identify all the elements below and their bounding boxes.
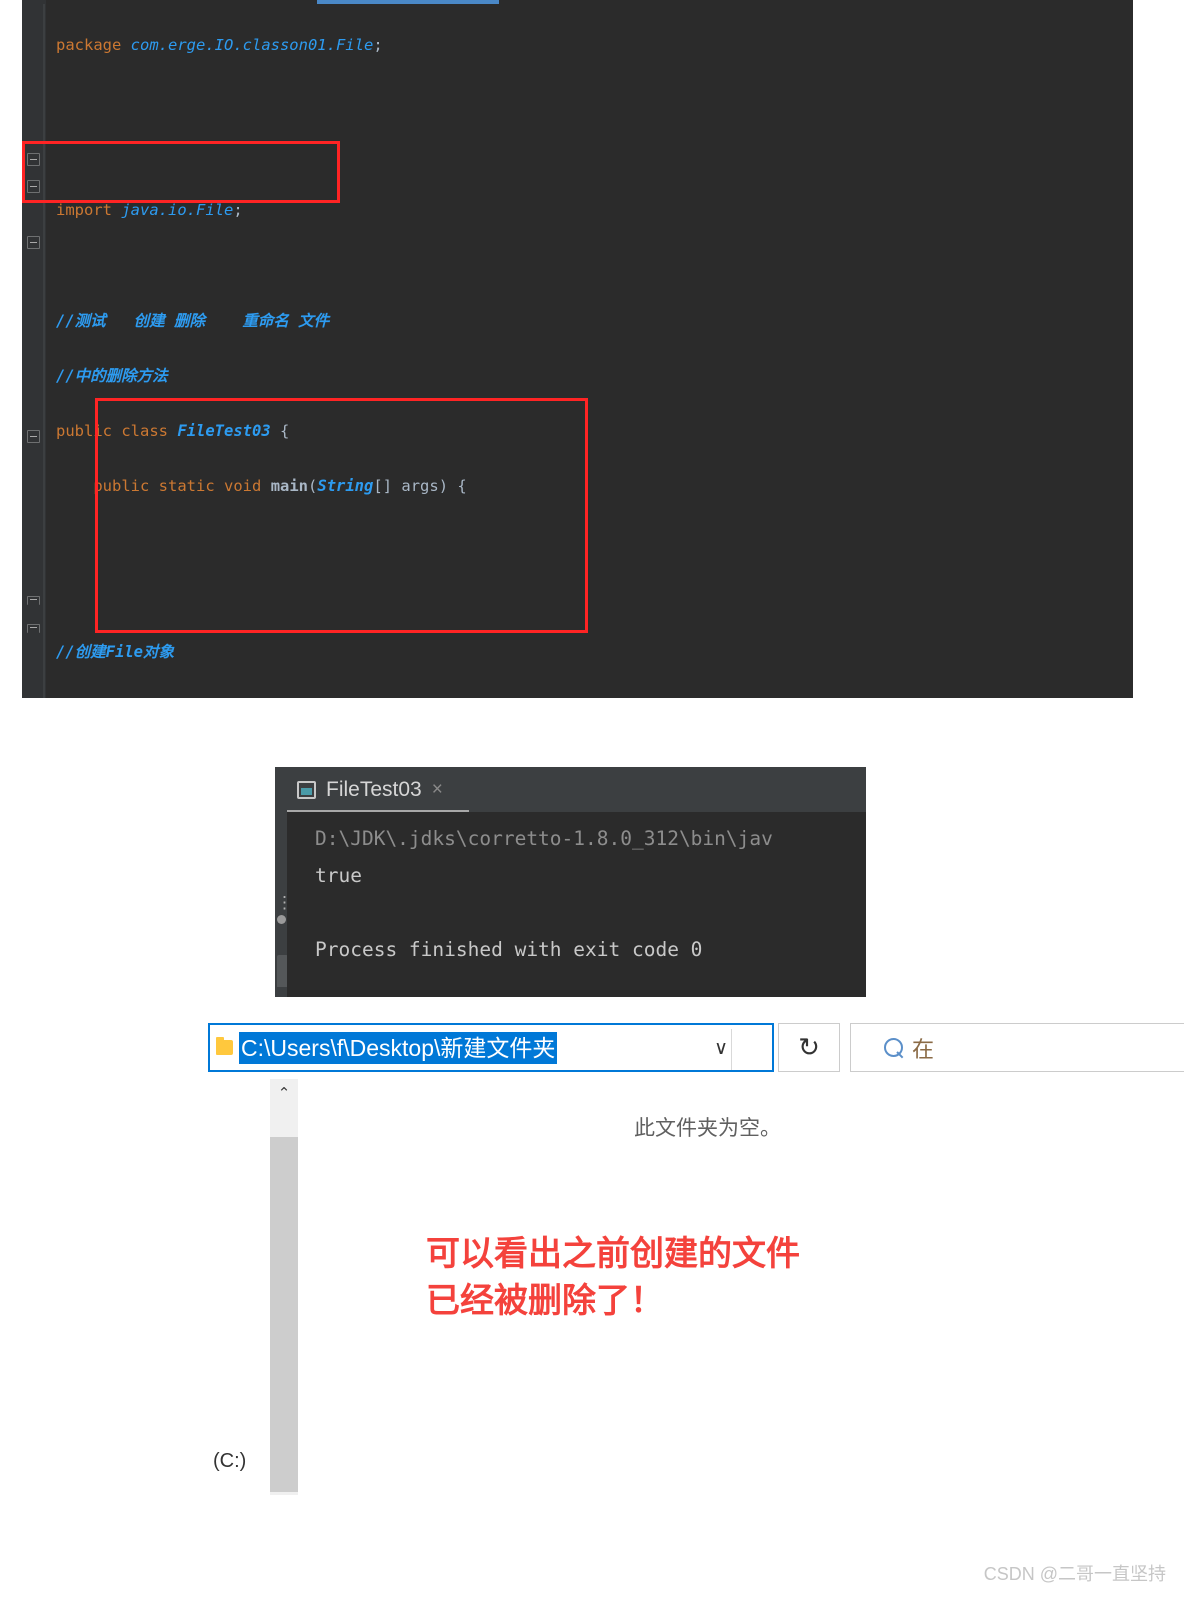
ide-editor-pane[interactable]: package com.erge.IO.classon01.File; impo…	[22, 0, 1133, 698]
keyword-public-2: public	[93, 477, 150, 496]
comment-method-text: //中的删除方法	[56, 366, 168, 385]
file-list-pane[interactable]: 此文件夹为空。 可以看出之前创建的文件 已经被删除了！	[298, 1079, 935, 1495]
code-line-comment-test: //测试 创建 删除 重命名 文件	[46, 308, 1133, 336]
search-icon	[884, 1038, 903, 1057]
paren-close-brace: ) {	[438, 477, 467, 496]
console-toolbar-icon[interactable]: ⋮	[276, 895, 293, 912]
console-tab-filetest03[interactable]: FileTest03 ×	[287, 767, 457, 812]
editor-gutter[interactable]	[22, 0, 46, 698]
chevron-down-icon[interactable]: ∨	[714, 1037, 728, 1060]
code-line-comment-method: //中的删除方法	[46, 363, 1133, 391]
comment-test-text: //测试 创建 删除 重命名 文件	[56, 311, 330, 330]
code-line-blank-3	[46, 252, 1133, 280]
gutter-divider-line	[43, 4, 45, 698]
csdn-watermark: CSDN @二哥一直坚持	[983, 1564, 1166, 1584]
code-line-file-new: File file = new File( pathname: "C:/User…	[46, 694, 1133, 699]
search-placeholder: 在	[912, 1036, 935, 1062]
console-toolbar-strip[interactable]: ⋮	[275, 767, 293, 997]
explorer-address-row[interactable]: C:\Users\f\Desktop\新建文件夹 ∨ ↻ 在	[208, 1023, 1184, 1072]
package-name: com.erge.IO.classon01.File	[130, 35, 374, 54]
code-line-blank-1	[46, 87, 1133, 115]
paren-open: (	[308, 477, 318, 496]
code-line-import: import java.io.File;	[46, 197, 1133, 225]
code-line-class-decl: public class FileTest03 {	[46, 418, 1133, 446]
explorer-body: (C:) ⌃ 此文件夹为空。 可以看出之前创建的文件 已经被删除了！	[208, 1079, 935, 1495]
brackets: []	[373, 477, 393, 496]
console-line-cmd: D:\JDK\.jdks\corretto-1.8.0_312\bin\jav	[315, 827, 773, 850]
comment-create-file: //创建File对象	[56, 642, 174, 661]
fold-marker-method-end[interactable]	[27, 624, 40, 633]
console-toolbar-dot-icon[interactable]	[277, 915, 286, 924]
fold-marker-comment-2[interactable]	[27, 180, 40, 193]
keyword-import: import	[56, 201, 112, 220]
type-string: String	[317, 477, 374, 496]
keyword-void: void	[224, 477, 262, 496]
close-icon[interactable]: ×	[432, 780, 443, 799]
keyword-class: class	[121, 421, 169, 440]
param-args: args	[401, 477, 439, 496]
console-output-text[interactable]: D:\JDK\.jdks\corretto-1.8.0_312\bin\jav …	[287, 812, 866, 997]
refresh-icon: ↻	[798, 1032, 820, 1063]
code-line-main-decl: public static void main(String[] args) {	[46, 473, 1133, 501]
windows-explorer-window[interactable]: C:\Users\f\Desktop\新建文件夹 ∨ ↻ 在 (C:) ⌃ 此文…	[208, 1023, 1184, 1495]
run-console-window[interactable]: ⋮ FileTest03 × D:\JDK\.jdks\corretto-1.8…	[275, 767, 866, 997]
scroll-up-icon[interactable]: ⌃	[270, 1079, 298, 1107]
code-line-blank-4	[46, 528, 1133, 556]
console-tab-label: FileTest03	[326, 777, 422, 801]
folder-icon	[216, 1037, 233, 1055]
search-input[interactable]: 在	[850, 1023, 1184, 1072]
address-bar[interactable]: C:\Users\f\Desktop\新建文件夹 ∨	[208, 1023, 774, 1072]
refresh-button[interactable]: ↻	[778, 1023, 840, 1072]
empty-folder-message: 此文件夹为空。	[634, 1117, 781, 1140]
console-line-true: true	[315, 864, 362, 887]
run-window-icon	[297, 780, 316, 799]
code-text-area[interactable]: package com.erge.IO.classon01.File; impo…	[46, 4, 1133, 698]
address-bar-value[interactable]: C:\Users\f\Desktop\新建文件夹	[239, 1031, 558, 1064]
semicolon: ;	[233, 201, 243, 220]
code-line-package: package com.erge.IO.classon01.File;	[46, 32, 1133, 60]
fold-marker-class[interactable]	[27, 236, 40, 249]
scrollbar-thumb[interactable]	[270, 1137, 298, 1492]
keyword-static: static	[158, 477, 215, 496]
fold-marker-comment-1[interactable]	[27, 153, 40, 166]
code-line-blank-2	[46, 142, 1133, 170]
tree-item-drive-c[interactable]: (C:)	[213, 1450, 246, 1473]
method-name-main: main	[270, 477, 309, 496]
address-divider	[731, 1029, 732, 1070]
import-name: java.io.File	[121, 201, 234, 220]
tree-scrollbar[interactable]: ⌃	[270, 1079, 298, 1495]
class-name: FileTest03	[177, 421, 271, 440]
keyword-package: package	[56, 35, 122, 54]
navigation-tree-pane[interactable]: (C:)	[208, 1079, 270, 1495]
annotation-note-text: 可以看出之前创建的文件 已经被删除了！	[426, 1235, 800, 1320]
fold-marker-if[interactable]	[27, 430, 40, 443]
fold-marker-if-end[interactable]	[27, 596, 40, 605]
keyword-public: public	[56, 421, 112, 440]
console-line-exit: Process finished with exit code 0	[315, 938, 703, 961]
console-tab-row[interactable]: FileTest03 ×	[287, 767, 866, 813]
code-line-comment-create: //创建File对象	[46, 639, 1133, 667]
semicolon: ;	[373, 35, 383, 54]
brace-open: {	[280, 421, 290, 440]
code-line-blank-5	[46, 583, 1133, 611]
